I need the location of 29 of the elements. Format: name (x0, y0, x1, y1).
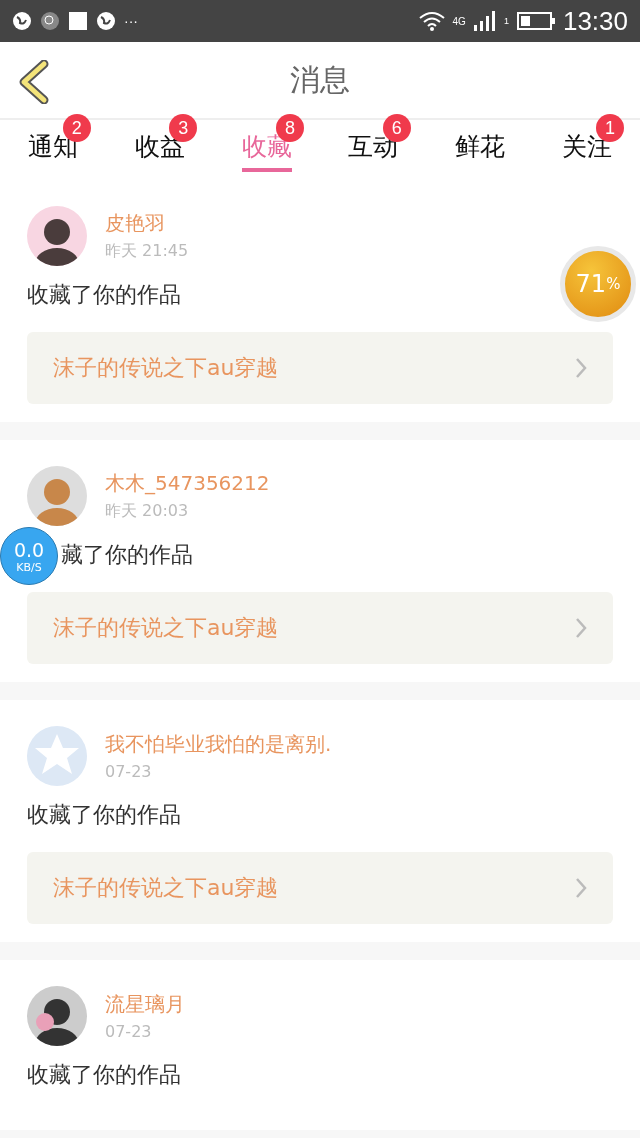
work-link[interactable]: 沫子的传说之下au穿越 (27, 332, 613, 404)
clock: 13:30 (562, 5, 628, 37)
more-indicator: ··· (124, 13, 138, 29)
page-title: 消息 (290, 60, 350, 99)
network-type: 4G (452, 15, 466, 27)
user-name[interactable]: 流星璃月 (105, 991, 185, 1018)
work-link[interactable]: 沫子的传说之下au穿越 (27, 592, 613, 664)
user-name[interactable]: 我不怕毕业我怕的是离别. (105, 731, 332, 758)
sim-number: 1 (503, 16, 509, 26)
chevron-icon (575, 877, 587, 899)
timestamp: 昨天 20:03 (105, 501, 190, 522)
tab[interactable]: 鲜花 (455, 132, 505, 172)
user-name[interactable]: 皮艳羽 (105, 210, 189, 237)
wifi-icon (418, 11, 445, 31)
timestamp: 昨天 21:45 (105, 241, 189, 262)
search-icon (40, 11, 60, 31)
message-text: 收藏了你的作品 (27, 801, 181, 829)
message-text: 藏了你的作品 (61, 541, 193, 569)
chevron-icon (575, 357, 587, 379)
chevron-icon (575, 617, 587, 639)
message-text: 收藏了你的作品 (27, 281, 181, 309)
square-icon (68, 11, 88, 31)
message-text: 收藏了你的作品 (27, 1061, 181, 1089)
timestamp: 07-23 (105, 762, 153, 781)
work-link[interactable]: 沫子的传说之下au穿越 (27, 852, 613, 924)
battery-icon (516, 11, 555, 31)
user-name[interactable]: 木木_547356212 (105, 470, 270, 497)
timestamp: 07-23 (105, 1022, 153, 1041)
signal-icon (473, 11, 496, 31)
